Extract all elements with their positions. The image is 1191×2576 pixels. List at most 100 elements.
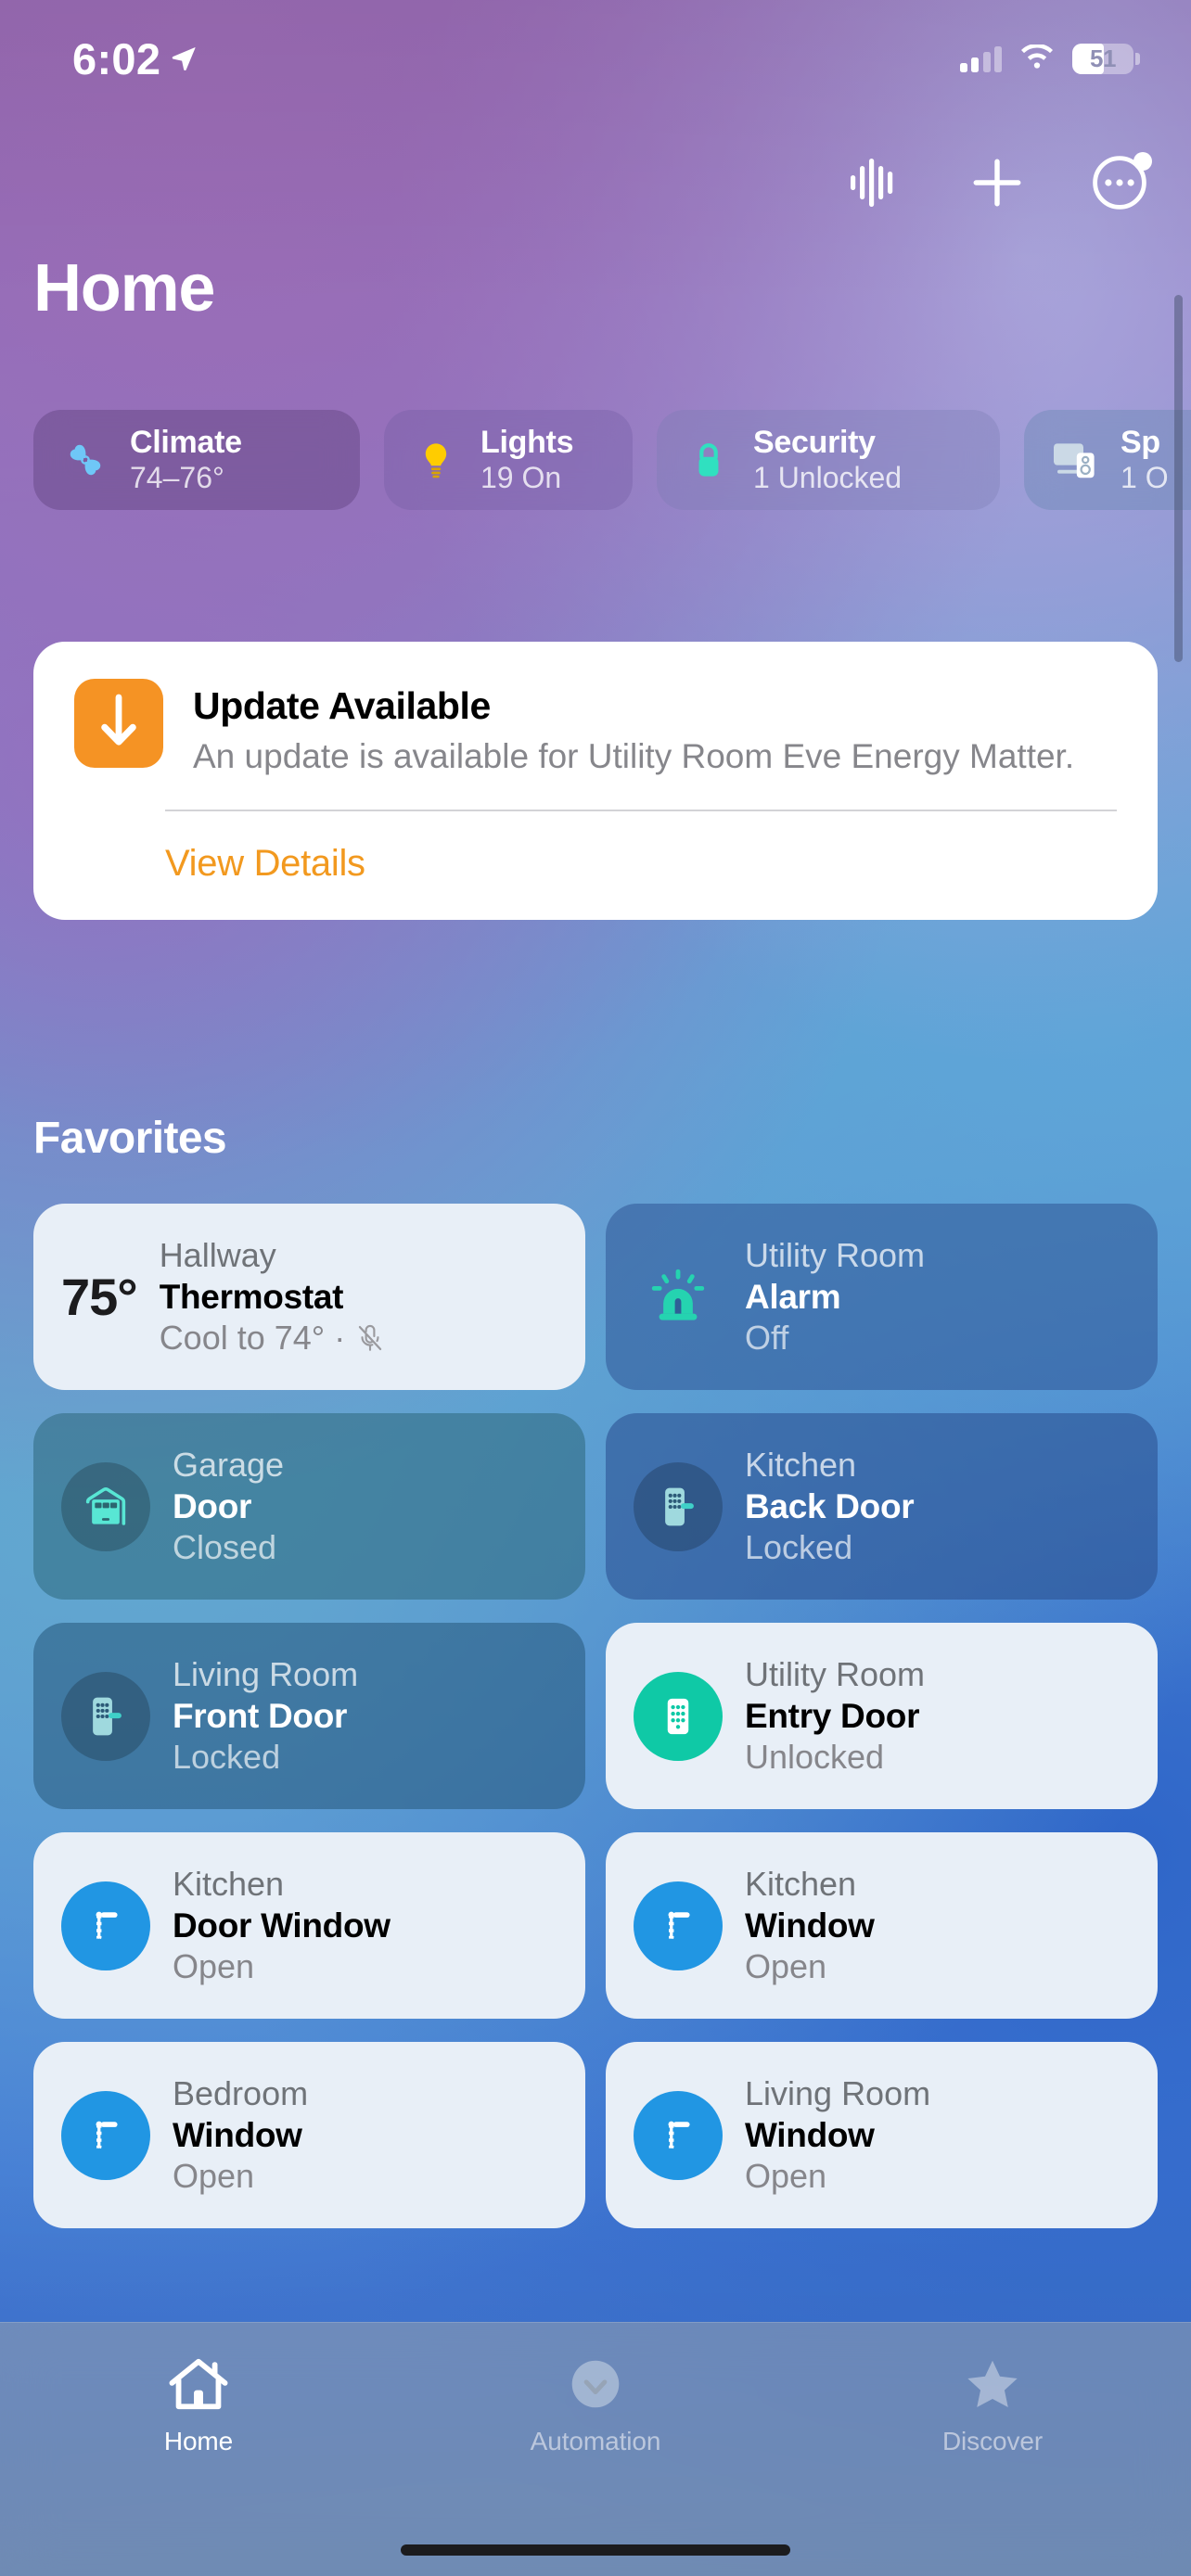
tab-label: Discover	[941, 2427, 1044, 2455]
tile-room: Garage	[173, 1446, 285, 1485]
tile-name: Back Door	[745, 1486, 915, 1525]
wifi-icon	[1021, 45, 1053, 69]
category-status: 1 O	[1121, 461, 1169, 495]
favorite-tile-bedroom-window[interactable]: Bedroom Window Open	[33, 2042, 585, 2228]
tile-name: Thermostat	[159, 1277, 344, 1316]
view-details-button[interactable]: View Details	[165, 843, 365, 884]
download-arrow-icon	[74, 679, 163, 768]
category-name: Lights	[480, 425, 574, 461]
tab-home[interactable]: Home	[0, 2351, 397, 2456]
window-open-icon	[61, 2090, 150, 2180]
status-bar-time: 6:02	[72, 33, 161, 83]
scroll-indicator[interactable]	[1174, 295, 1183, 662]
tile-state: Closed	[173, 1528, 277, 1567]
tile-room: Kitchen	[745, 1865, 857, 1904]
tab-label: Home	[163, 2427, 234, 2455]
tile-name: Window	[745, 1906, 875, 1945]
page-title: Home	[33, 251, 215, 325]
tile-room: Bedroom	[173, 2074, 309, 2113]
favorite-tile-kitchen-door-window[interactable]: Kitchen Door Window Open	[33, 1832, 585, 2019]
window-open-icon	[634, 1881, 723, 1970]
tab-discover[interactable]: Discover	[794, 2351, 1191, 2456]
update-card-text: Update Available An update is available …	[193, 679, 1074, 778]
tile-room: Living Room	[745, 2074, 931, 2113]
favorite-tile-garage-door[interactable]: Garage Door Closed	[33, 1413, 585, 1600]
keypad-lock-icon	[61, 1671, 150, 1761]
favorite-tile-living-room-window[interactable]: Living Room Window Open	[606, 2042, 1158, 2228]
tile-name: Entry Door	[745, 1696, 920, 1735]
siren-icon	[634, 1253, 723, 1342]
tile-name: Door Window	[173, 1906, 391, 1945]
category-pill-lights[interactable]: Lights 19 On	[384, 410, 633, 510]
battery-icon: 51	[1072, 43, 1140, 74]
window-open-icon	[634, 2090, 723, 2180]
category-name: Climate	[130, 425, 242, 461]
tile-state: Cool to 74° ·	[159, 1319, 346, 1358]
category-status: 1 Unlocked	[753, 461, 903, 495]
tile-name: Door	[173, 1486, 252, 1525]
add-button[interactable]	[963, 148, 1031, 217]
soundwave-button[interactable]	[840, 148, 909, 217]
window-open-icon	[61, 1881, 150, 1970]
tile-state: Open	[173, 1947, 255, 1986]
update-card-action-row: View Details	[33, 811, 1158, 920]
more-options-button[interactable]	[1085, 148, 1154, 217]
mic-off-icon	[359, 1324, 382, 1351]
favorite-tile-back-door[interactable]: Kitchen Back Door Locked	[606, 1413, 1158, 1600]
update-card-title: Update Available	[193, 684, 491, 727]
thermostat-temperature: 75°	[61, 1268, 138, 1326]
favorites-heading: Favorites	[33, 1114, 227, 1163]
keypad-lock-icon	[634, 1461, 723, 1551]
tile-state: Open	[173, 2157, 255, 2196]
favorite-tile-thermostat[interactable]: 75° Hallway Thermostat Cool to 74° ·	[33, 1204, 585, 1390]
fan-icon	[61, 436, 109, 484]
tile-room: Utility Room	[745, 1236, 926, 1275]
update-card-description: An update is available for Utility Room …	[193, 737, 1075, 776]
status-bar: 6:02 51	[0, 0, 1191, 111]
tile-name: Front Door	[173, 1696, 348, 1735]
tile-state: Locked	[745, 1528, 853, 1567]
tile-state-row: Cool to 74° ·	[160, 1318, 387, 1358]
tile-state: Open	[745, 1947, 827, 1986]
favorite-tile-front-door[interactable]: Living Room Front Door Locked	[33, 1623, 585, 1809]
tile-name: Window	[173, 2115, 302, 2154]
update-available-card[interactable]: Update Available An update is available …	[33, 642, 1158, 921]
home-indicator[interactable]	[401, 2544, 790, 2556]
category-status: 74–76°	[130, 461, 224, 495]
tile-room: Living Room	[173, 1655, 359, 1694]
soundwave-icon	[851, 159, 893, 207]
category-pill-speakers[interactable]: Sp 1 O	[1024, 410, 1191, 510]
lightbulb-icon	[412, 436, 460, 484]
tile-room: Hallway	[159, 1236, 276, 1275]
location-arrow-icon	[173, 46, 196, 70]
tile-name: Window	[745, 2115, 875, 2154]
house-icon	[165, 2351, 232, 2417]
cellular-bars-icon	[959, 45, 1002, 72]
category-pill-climate[interactable]: Climate 74–76°	[33, 410, 360, 510]
favorite-tile-alarm[interactable]: Utility Room Alarm Off	[606, 1204, 1158, 1390]
category-pill-security[interactable]: Security 1 Unlocked	[657, 410, 1000, 510]
notification-dot	[1133, 152, 1152, 171]
home-nav-actions	[840, 148, 1154, 217]
category-pill-row[interactable]: Climate 74–76° Lights 19 On Security 1 U…	[0, 410, 1191, 510]
plus-icon	[973, 159, 1021, 207]
category-name: Sp	[1121, 425, 1160, 461]
automation-icon	[565, 2351, 626, 2417]
tile-state: Locked	[173, 1738, 281, 1777]
tile-room: Kitchen	[745, 1446, 857, 1485]
tile-state: Unlocked	[745, 1738, 885, 1777]
battery-cap	[1135, 52, 1140, 65]
star-icon	[961, 2351, 1024, 2417]
category-status: 19 On	[480, 461, 562, 495]
lock-icon	[685, 436, 733, 484]
speaker-tv-icon	[1052, 436, 1100, 484]
favorite-tile-kitchen-window[interactable]: Kitchen Window Open	[606, 1832, 1158, 2019]
tile-state: Open	[745, 2157, 827, 2196]
tile-state: Off	[745, 1319, 789, 1358]
update-card-header: Update Available An update is available …	[33, 642, 1158, 778]
tab-automation[interactable]: Automation	[397, 2351, 794, 2456]
status-bar-right: 51	[959, 38, 1140, 74]
favorite-tile-entry-door[interactable]: Utility Room Entry Door Unlocked	[606, 1623, 1158, 1809]
status-bar-left: 6:02	[72, 32, 198, 81]
garage-door-icon	[61, 1461, 150, 1551]
